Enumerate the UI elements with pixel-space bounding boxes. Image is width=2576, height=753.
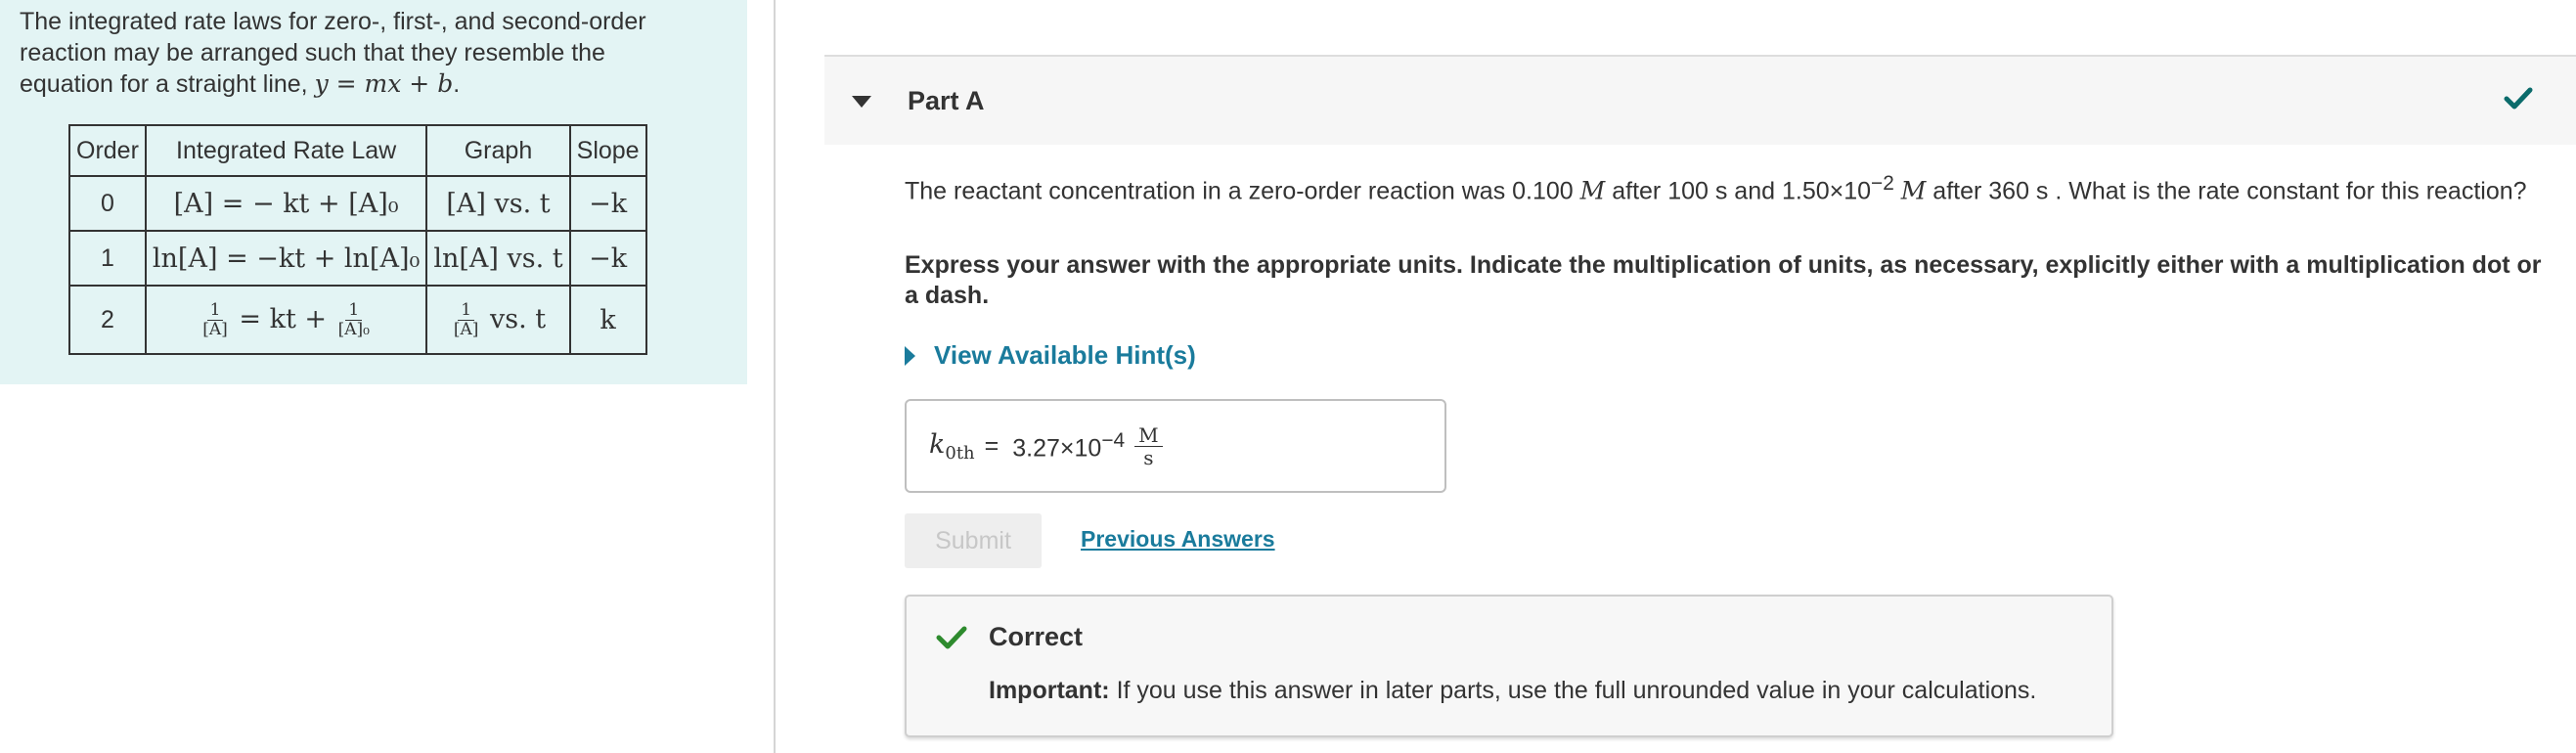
- previous-answers-link[interactable]: Previous Answers: [1081, 526, 1275, 553]
- part-title: Part A: [908, 86, 985, 115]
- order-cell: 1: [68, 230, 147, 287]
- slope-cell: −k: [568, 175, 647, 232]
- table-row: 1 ln[A] = −kt + ln[A]₀ ln[A] vs. t −k: [68, 230, 647, 287]
- checkmark-icon: [2504, 87, 2533, 110]
- intro-text: The integrated rate laws for zero-, firs…: [20, 8, 646, 98]
- unit-molarity: M: [1900, 176, 1927, 205]
- order-cell: 0: [68, 175, 147, 232]
- fraction: 1 [A]: [453, 299, 479, 339]
- line-equation: y = mx + b: [314, 69, 454, 98]
- answer-variable: k0th: [929, 428, 975, 464]
- feedback-title: Correct: [989, 622, 1084, 651]
- slope-cell: k: [568, 285, 647, 355]
- answer-unit: M s: [1134, 424, 1163, 468]
- answer-display: k0th = 3.27×10−4 M s: [905, 399, 1446, 493]
- table-row: 2 1 [A] = kt + 1 [A]₀ 1 [A] vs. t k: [68, 285, 647, 355]
- slope-cell: −k: [568, 230, 647, 287]
- header-slope: Slope: [568, 124, 647, 177]
- header-order: Order: [68, 124, 147, 177]
- unit-molarity: M: [1579, 176, 1606, 205]
- instruction-text: Express your answer with the appropriate…: [905, 251, 2542, 309]
- table-header-row: Order Integrated Rate Law Graph Slope: [68, 124, 647, 177]
- view-hints-link[interactable]: View Available Hint(s): [905, 340, 1196, 371]
- panel-divider: [774, 0, 776, 753]
- graph-cell: 1 [A] vs. t: [425, 285, 571, 355]
- feedback-box: Correct Important: If you use this answe…: [905, 595, 2113, 737]
- graph-cell: [A] vs. t: [425, 175, 571, 232]
- header-graph: Graph: [425, 124, 571, 177]
- law-cell: 1 [A] = kt + 1 [A]₀: [144, 285, 428, 355]
- feedback-message: Important: If you use this answer in lat…: [989, 677, 2037, 704]
- question-text: The reactant concentration in a zero-ord…: [905, 172, 2527, 205]
- intro-panel: The integrated rate laws for zero-, firs…: [0, 0, 747, 384]
- part-header[interactable]: Part A: [824, 55, 2576, 145]
- fraction: 1 [A]: [202, 299, 228, 339]
- rate-law-table: Order Integrated Rate Law Graph Slope 0 …: [68, 124, 647, 355]
- checkmark-icon: [936, 626, 967, 649]
- answer-value: 3.27×10−4: [1012, 428, 1126, 463]
- header-law: Integrated Rate Law: [144, 124, 428, 177]
- law-cell: ln[A] = −kt + ln[A]₀: [144, 230, 428, 287]
- graph-cell: ln[A] vs. t: [425, 230, 571, 287]
- table-row: 0 [A] = − kt + [A]₀ [A] vs. t −k: [68, 175, 647, 232]
- order-cell: 2: [68, 285, 147, 355]
- submit-button[interactable]: Submit: [905, 513, 1042, 568]
- caret-right-icon: [905, 345, 915, 366]
- fraction: 1 [A]₀: [337, 299, 370, 339]
- collapse-caret-icon[interactable]: [852, 96, 871, 108]
- law-cell: [A] = − kt + [A]₀: [144, 175, 428, 232]
